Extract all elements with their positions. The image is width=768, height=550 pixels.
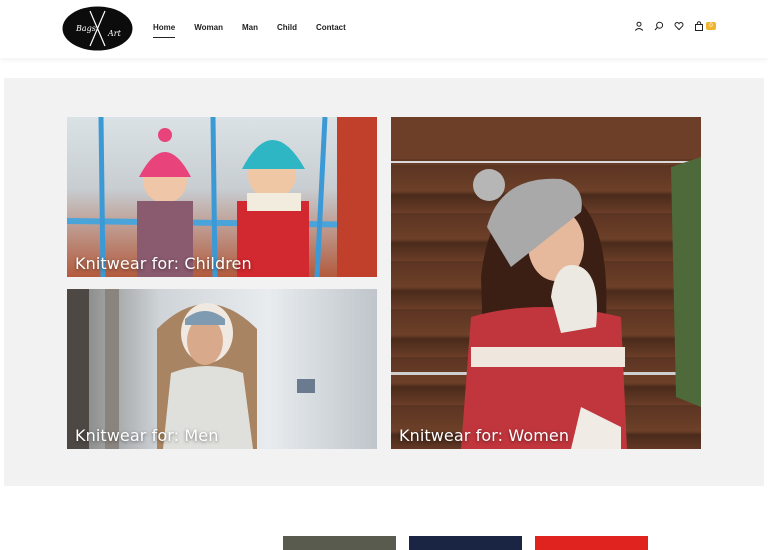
category-tile-men[interactable]: Knitwear for: Men (67, 289, 377, 449)
bag-icon (695, 21, 703, 31)
category-tile-children[interactable]: Knitwear for: Children (67, 117, 377, 277)
svg-text:Bags: Bags (75, 24, 96, 33)
men-label: Knitwear for: Men (75, 426, 219, 445)
women-image (391, 117, 701, 449)
search-icon[interactable] (654, 21, 664, 31)
product-thumb[interactable] (535, 536, 648, 550)
cart-count-badge: 0 (706, 22, 716, 30)
product-thumb[interactable] (283, 536, 396, 550)
svg-text:Art: Art (107, 29, 122, 38)
nav-item-child[interactable]: Child (277, 23, 297, 35)
nav-item-contact[interactable]: Contact (316, 23, 346, 35)
nav-item-woman[interactable]: Woman (194, 23, 223, 35)
children-image (67, 117, 377, 277)
main-nav: Home Woman Man Child Contact (153, 23, 365, 38)
men-image (67, 289, 377, 449)
children-label: Knitwear for: Children (75, 254, 252, 273)
site-header: Bags Art Home Woman Man Child Contact 0 (0, 0, 768, 58)
product-thumb[interactable] (409, 536, 522, 550)
category-tile-women[interactable]: Knitwear for: Women (391, 117, 701, 449)
brand-logo[interactable]: Bags Art (62, 6, 133, 51)
heart-icon[interactable] (674, 21, 684, 31)
nav-item-man[interactable]: Man (242, 23, 258, 35)
nav-item-home[interactable]: Home (153, 23, 176, 38)
header-actions: 0 (634, 21, 716, 31)
user-icon[interactable] (634, 21, 644, 31)
women-label: Knitwear for: Women (399, 426, 570, 445)
cart-button[interactable]: 0 (694, 21, 716, 31)
